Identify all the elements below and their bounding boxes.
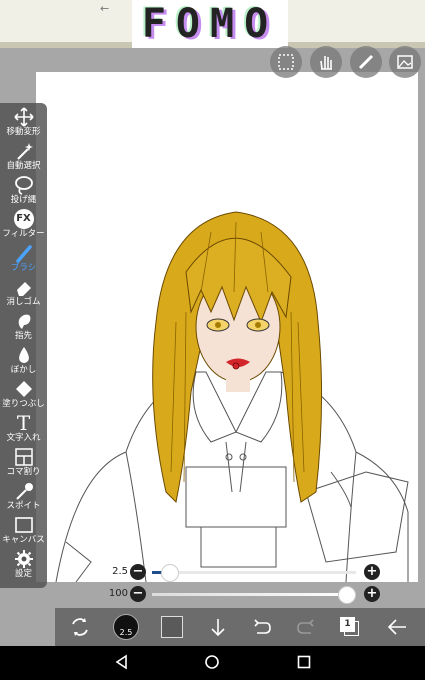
brush-size-track[interactable]	[152, 564, 356, 582]
redo-button[interactable]	[291, 608, 321, 646]
image-button[interactable]	[389, 46, 421, 78]
brush-size-slider-row: 2.5 − +	[100, 564, 382, 582]
tool-eyedropper[interactable]: スポイト	[0, 481, 47, 511]
tool-label: 消しゴム	[6, 297, 41, 307]
settings-icon	[14, 550, 33, 568]
arrow-left-icon	[387, 619, 406, 635]
tool-blur[interactable]: ぼかし	[0, 345, 47, 375]
back-arrow-icon[interactable]: ←	[100, 2, 109, 15]
tool-label: 投げ縄	[10, 195, 37, 205]
opacity-value: 100	[108, 588, 128, 599]
tool-magic-wand[interactable]: 自動選択	[0, 141, 47, 171]
opacity-decrease-button[interactable]: −	[130, 586, 146, 602]
brush-size-value: 2.5	[112, 566, 128, 577]
bottom-toolbar: 2.5 1	[55, 608, 425, 646]
tool-label: 塗りつぶし	[2, 399, 45, 409]
brush-size-thumb[interactable]	[161, 564, 180, 582]
tool-move[interactable]: 移動変形	[0, 107, 47, 137]
finger-icon	[18, 314, 30, 329]
tool-sidebar: 移動変形 自動選択 投げ縄 FX フィルター ブラシ 消しゴム 指先 ぼかし 塗…	[0, 103, 47, 588]
opacity-slider-row: 100 − +	[100, 586, 382, 604]
tool-brush[interactable]: ブラシ	[0, 243, 47, 273]
tool-label: 設定	[14, 569, 32, 579]
image-icon	[397, 55, 413, 69]
canvas-icon	[14, 517, 33, 533]
tool-label: ぼかし	[10, 365, 37, 375]
text-icon: T	[16, 411, 31, 435]
drawing-canvas[interactable]	[36, 72, 418, 582]
tool-label: 移動変形	[6, 127, 41, 137]
selection-button[interactable]	[270, 46, 302, 78]
opacity-track[interactable]	[152, 586, 356, 604]
tool-label: フィルター	[2, 229, 45, 239]
tool-lasso[interactable]: 投げ縄	[0, 175, 47, 205]
brush-icon	[15, 245, 32, 263]
opacity-thumb[interactable]	[338, 586, 356, 604]
back-button[interactable]	[381, 608, 413, 646]
tool-text[interactable]: T 文字入れ	[0, 413, 47, 443]
nav-home-icon[interactable]	[204, 654, 220, 670]
brush-preview-button[interactable]: 2.5	[111, 608, 141, 646]
tool-label: ブラシ	[10, 263, 37, 273]
artwork-title: FOMO	[141, 1, 279, 47]
magic-wand-icon	[16, 143, 33, 160]
tool-label: キャンバス	[2, 535, 45, 545]
brush-size-decrease-button[interactable]: −	[130, 564, 146, 580]
tool-settings[interactable]: 設定	[0, 549, 47, 579]
system-navigation-bar	[0, 646, 425, 680]
opacity-increase-button[interactable]: +	[364, 586, 380, 602]
ruler-button[interactable]	[350, 46, 382, 78]
tool-fill[interactable]: 塗りつぶし	[0, 379, 47, 409]
tool-label: 指先	[14, 331, 32, 341]
frame-icon	[14, 448, 33, 466]
move-icon	[13, 107, 34, 127]
lasso-icon	[14, 176, 33, 195]
eyedropper-icon	[15, 483, 33, 500]
tool-filter[interactable]: FX フィルター	[0, 209, 47, 239]
tool-canvas[interactable]: キャンバス	[0, 515, 47, 545]
ruler-icon	[358, 54, 374, 70]
download-button[interactable]	[203, 608, 233, 646]
nav-recents-icon[interactable]	[296, 654, 312, 670]
tool-eraser[interactable]: 消しゴム	[0, 277, 47, 307]
layers-button[interactable]: 1	[335, 608, 365, 646]
tool-label: 自動選択	[6, 161, 41, 171]
nav-back-icon[interactable]	[114, 654, 130, 670]
tool-label: コマ割り	[6, 467, 41, 477]
tool-finger[interactable]: 指先	[0, 311, 47, 341]
brush-size-badge: 2.5	[113, 614, 139, 640]
undo-button[interactable]	[247, 608, 277, 646]
tool-frame[interactable]: コマ割り	[0, 447, 47, 477]
eraser-icon	[16, 282, 31, 296]
color-button[interactable]	[157, 608, 187, 646]
rotate-arrows-icon	[72, 618, 88, 636]
tool-label: 文字入れ	[6, 433, 41, 443]
brush-size-badge-value: 2.5	[119, 628, 133, 637]
transform-button[interactable]	[65, 608, 95, 646]
color-swatch	[161, 616, 183, 638]
hand-icon	[320, 56, 332, 70]
arrow-down-icon	[211, 619, 225, 637]
selection-icon	[278, 54, 294, 70]
hand-button[interactable]	[310, 46, 342, 78]
blur-icon	[18, 347, 29, 363]
layers-icon: 1	[340, 617, 360, 637]
undo-icon	[254, 619, 271, 634]
artwork-illustration	[55, 211, 409, 582]
brush-size-increase-button[interactable]: +	[364, 564, 380, 580]
tool-label: スポイト	[6, 501, 41, 511]
layer-count: 1	[340, 617, 355, 632]
redo-icon	[297, 619, 314, 634]
fill-icon	[15, 381, 32, 397]
ibispaint-screen: ← FOMO 移動変形 自動選択 投げ縄 FX フィルター ブラシ 消しゴム 指…	[0, 0, 425, 680]
title-card: FOMO	[132, 0, 288, 48]
fx-icon: FX	[13, 209, 34, 229]
